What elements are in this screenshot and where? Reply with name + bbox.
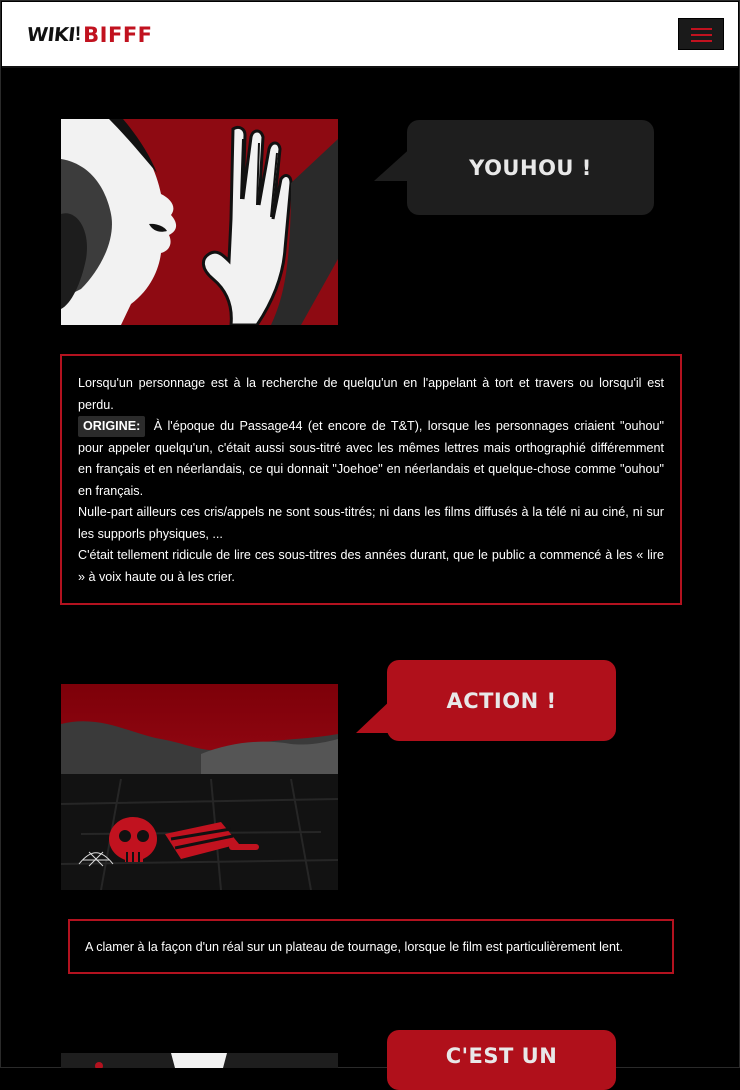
bubble-text: C'EST UN (445, 1044, 558, 1068)
definition-box-action: A clamer à la façon d'un réal sur un pla… (68, 919, 674, 974)
speech-bubble-youhou: YOUHOU ! (407, 120, 654, 215)
definition-text: C'était tellement ridicule de lire ces s… (78, 548, 664, 584)
speech-bubble-cest-un: C'EST UN (387, 1030, 616, 1090)
definition-text: Lorsqu'un personnage est à la recherche … (78, 376, 664, 412)
top-navbar: WIKI ! BIFFF (2, 2, 738, 68)
next-panel-illustration (61, 1053, 338, 1068)
definition-text: Nulle-part ailleurs ces cris/appels ne s… (78, 505, 664, 541)
origin-label: ORIGINE: (78, 416, 146, 437)
menu-bar-icon (691, 34, 712, 36)
skeleton-desert-illustration (61, 684, 338, 890)
menu-bar-icon (691, 28, 712, 30)
bubble-text: YOUHOU ! (469, 155, 592, 180)
menu-bar-icon (691, 40, 712, 42)
logo-exclamation: ! (74, 24, 82, 45)
hamburger-menu-button[interactable] (678, 18, 724, 50)
logo-wiki: WIKI (25, 24, 76, 46)
site-logo[interactable]: WIKI ! BIFFF (25, 22, 153, 48)
speech-bubble-action: ACTION ! (387, 660, 616, 741)
origin-text: À l'époque du Passage44 (et encore de T&… (78, 419, 665, 498)
definition-text: A clamer à la façon d'un réal sur un pla… (85, 940, 623, 954)
logo-bifff: BIFFF (83, 23, 153, 47)
shouting-person-illustration (61, 119, 338, 325)
definition-box-youhou: Lorsqu'un personnage est à la recherche … (60, 354, 682, 605)
origin-paragraph: ORIGINE: À l'époque du Passage44 (et enc… (78, 416, 664, 502)
bubble-text: ACTION ! (446, 688, 557, 713)
